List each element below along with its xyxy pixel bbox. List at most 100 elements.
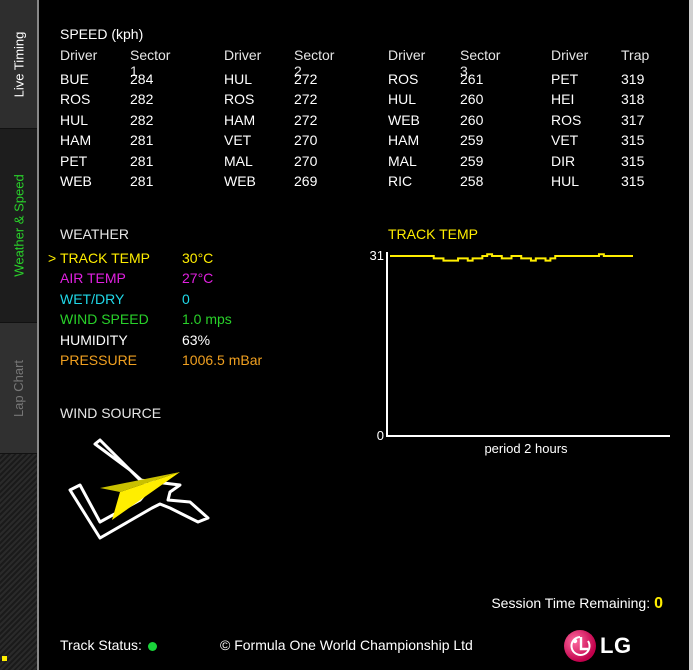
selected-marker: > — [48, 250, 57, 266]
speed-title: SPEED (kph) — [60, 26, 144, 42]
weather-label: HUMIDITY — [60, 331, 128, 348]
speed-value: 282 — [130, 111, 154, 128]
driver-code: ROS — [551, 111, 582, 128]
driver-code: HAM — [224, 111, 256, 128]
tab-live-timing-label: Live Timing — [11, 31, 27, 97]
speed-value: 318 — [621, 91, 645, 108]
speed-value: 259 — [460, 132, 484, 149]
speed-value: 258 — [460, 172, 484, 189]
weather-row-air-temp[interactable]: AIR TEMP 27°C — [48, 270, 328, 290]
sidebar-indicator — [2, 656, 7, 661]
wind-source-graphic — [68, 438, 210, 540]
driver-code: RIC — [388, 172, 413, 189]
speed-value: 319 — [621, 71, 645, 87]
weather-row-humidity[interactable]: HUMIDITY 63% — [48, 332, 328, 352]
window-border — [689, 0, 693, 670]
weather-value: 27°C — [182, 270, 214, 287]
sidebar-filler — [0, 454, 38, 670]
session-time-remaining: Session Time Remaining: 0 — [491, 595, 663, 613]
track-temp-series-line — [390, 253, 633, 262]
driver-code: WEB — [224, 172, 256, 189]
speed-value: 282 — [130, 91, 154, 108]
driver-code: HUL — [388, 91, 417, 108]
weather-title: WEATHER — [60, 226, 129, 242]
track-temp-chart: 31 0 period 2 hours — [370, 248, 670, 456]
driver-code: ROS — [224, 91, 255, 108]
driver-header: Driver — [388, 47, 426, 63]
tab-lap-chart-label: Lap Chart — [11, 359, 27, 417]
driver-code: HEI — [551, 91, 575, 108]
session-label: Session Time Remaining: — [491, 595, 651, 611]
wind-source-title: WIND SOURCE — [60, 405, 162, 421]
y-max-label: 31 — [370, 248, 384, 263]
y-min-label: 0 — [377, 428, 384, 443]
track-status-label: Track Status: — [60, 637, 142, 653]
track-status-indicator — [147, 641, 157, 651]
driver-header: Driver — [60, 47, 98, 63]
speed-value: 270 — [294, 132, 318, 149]
driver-header: Driver — [551, 47, 589, 63]
x-axis-caption: period 2 hours — [484, 441, 568, 456]
weather-value: 1.0 mps — [182, 311, 232, 328]
weather-value: 1006.5 mBar — [182, 352, 263, 368]
tab-weather-speed-label: Weather & Speed — [11, 174, 27, 277]
weather-value: 63% — [182, 331, 211, 348]
driver-code: HAM — [60, 132, 92, 149]
driver-code: MAL — [224, 152, 253, 169]
driver-code: HUL — [224, 71, 253, 87]
speed-value: 315 — [621, 152, 645, 169]
driver-code: PET — [60, 152, 88, 169]
driver-code: PET — [551, 71, 579, 87]
weather-row-track-temp[interactable]: > TRACK TEMP 30°C — [48, 250, 328, 270]
speed-value: 281 — [130, 132, 154, 149]
driver-header: Driver — [224, 47, 262, 63]
speed-value: 261 — [460, 71, 484, 87]
weather-label: PRESSURE — [60, 352, 138, 368]
driver-code: HUL — [60, 111, 89, 128]
driver-code: DIR — [551, 152, 576, 169]
driver-code: VET — [224, 132, 252, 149]
driver-code: MAL — [388, 152, 417, 169]
session-value: 0 — [654, 595, 663, 612]
driver-code: WEB — [388, 111, 420, 128]
copyright: © Formula One World Championship Ltd — [220, 637, 473, 653]
speed-value: 315 — [621, 172, 645, 189]
driver-code: ROS — [388, 71, 419, 87]
lg-logo: LG — [564, 628, 632, 664]
driver-code: VET — [551, 132, 579, 149]
tab-weather-speed[interactable]: Weather & Speed — [0, 129, 38, 323]
speed-value: 259 — [460, 152, 484, 169]
speed-value: 281 — [130, 172, 154, 189]
speed-value: 317 — [621, 111, 645, 128]
speed-value: 260 — [460, 111, 484, 128]
speed-value: 260 — [460, 91, 484, 108]
driver-code: HAM — [388, 132, 420, 149]
speed-value: 270 — [294, 152, 318, 169]
weather-label: WET/DRY — [60, 290, 125, 307]
lg-logo-icon — [564, 630, 596, 662]
value-header: Trap — [621, 47, 650, 63]
chart-axes — [386, 252, 670, 437]
divider — [37, 0, 39, 670]
speed-value: 269 — [294, 172, 318, 189]
speed-value: 272 — [294, 91, 318, 108]
lg-logo-text: LG — [600, 633, 632, 658]
driver-code: WEB — [60, 172, 92, 189]
driver-code: ROS — [60, 91, 91, 108]
driver-code: BUE — [60, 71, 89, 87]
sidebar: Live Timing Weather & Speed Lap Chart — [0, 0, 38, 670]
weather-value: 0 — [182, 290, 190, 307]
weather-label: WIND SPEED — [60, 311, 149, 328]
tab-live-timing[interactable]: Live Timing — [0, 0, 38, 129]
weather-label: AIR TEMP — [60, 270, 126, 287]
weather-row-wind-speed[interactable]: WIND SPEED 1.0 mps — [48, 311, 328, 331]
weather-label: TRACK TEMP — [60, 250, 150, 266]
weather-row-wet-dry[interactable]: WET/DRY 0 — [48, 291, 328, 311]
speed-value: 281 — [130, 152, 154, 169]
speed-value: 272 — [294, 111, 318, 128]
weather-row-pressure[interactable]: PRESSURE 1006.5 mBar — [48, 352, 328, 372]
app-window: Live Timing Weather & Speed Lap Chart SP… — [0, 0, 693, 670]
tab-lap-chart[interactable]: Lap Chart — [0, 323, 38, 454]
driver-code: HUL — [551, 172, 580, 189]
track-status: Track Status: — [60, 637, 157, 653]
